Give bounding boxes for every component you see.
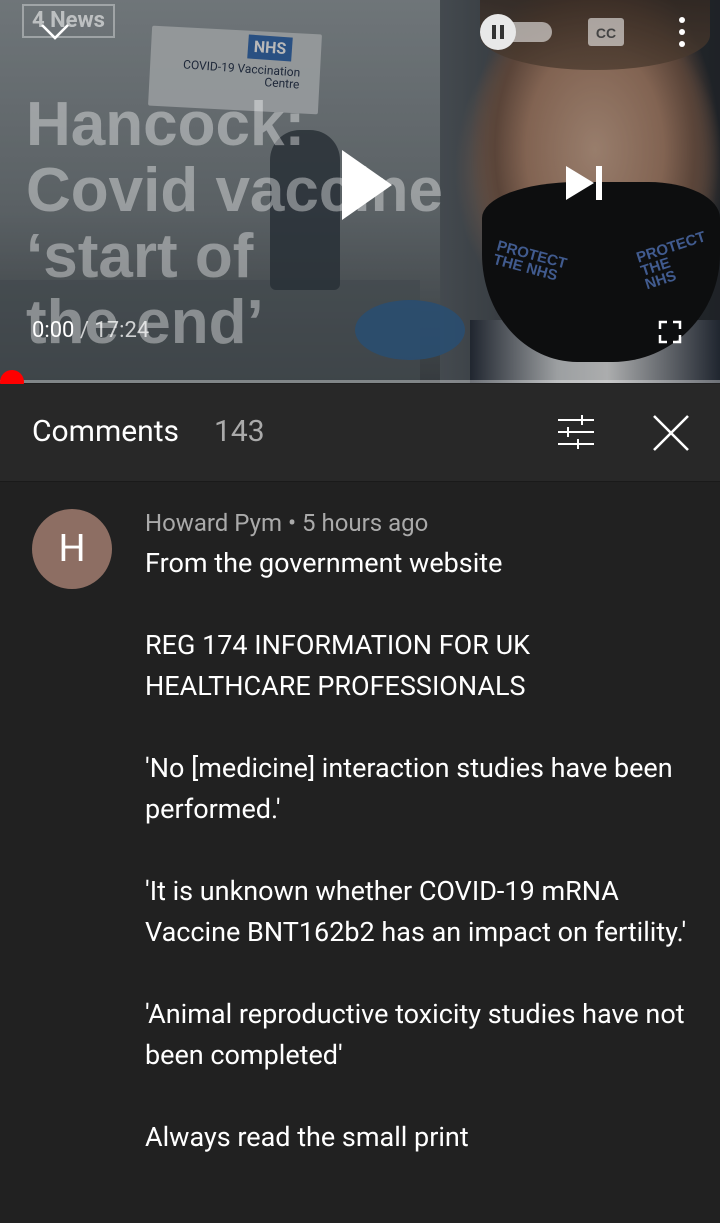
skip-next-icon <box>566 166 602 200</box>
time-separator: / <box>74 318 95 343</box>
headline-line: ‘start of <box>26 222 254 291</box>
comments-count: 143 <box>214 414 265 449</box>
play-button[interactable] <box>330 140 400 230</box>
video-player[interactable]: NHS COVID-19 Vaccination Centre PROTECT … <box>0 0 720 383</box>
autoplay-knob <box>480 14 516 50</box>
play-icon <box>342 150 392 220</box>
captions-button[interactable]: CC <box>586 16 626 48</box>
more-options-button[interactable] <box>672 14 692 50</box>
next-video-button[interactable] <box>560 160 610 206</box>
comment-line: 'No [medicine] interaction studies have … <box>145 752 673 825</box>
close-comments-button[interactable] <box>650 412 692 454</box>
comment-line <box>145 953 690 994</box>
sort-comments-button[interactable] <box>554 412 598 452</box>
comments-header: Comments 143 <box>0 384 720 482</box>
comment-line: 'Animal reproductive toxicity studies ha… <box>145 998 685 1071</box>
comment-line <box>145 584 690 625</box>
sort-sliders-icon <box>558 415 594 449</box>
comment-line <box>145 1076 690 1117</box>
fullscreen-button[interactable] <box>652 314 688 350</box>
chevron-down-icon <box>41 24 69 40</box>
comment-item: H Howard Pym • 5 hours ago From the gove… <box>0 482 720 1223</box>
comment-line: 'It is unknown whether COVID-19 mRNA Vac… <box>145 875 687 948</box>
duration: 17:24 <box>94 318 150 343</box>
time-display: 0:00 / 17:24 <box>32 318 149 343</box>
comment-line: Always read the small print <box>145 1121 469 1153</box>
more-vertical-icon <box>679 17 685 47</box>
comment-time: 5 hours ago <box>302 509 429 537</box>
comments-title: Comments <box>32 414 180 449</box>
headline-line: Covid vaccine <box>26 156 443 225</box>
avatar[interactable]: H <box>32 509 112 589</box>
svg-text:CC: CC <box>596 25 616 41</box>
collapse-button[interactable] <box>38 18 72 44</box>
comment-author[interactable]: Howard Pym <box>145 509 282 537</box>
pause-icon <box>492 25 504 39</box>
current-time: 0:00 <box>32 318 75 343</box>
comment-line <box>145 830 690 871</box>
headline-line: Hancock: <box>26 90 306 159</box>
comment-line: From the government website <box>145 547 503 579</box>
comment-text: From the government website REG 174 INFO… <box>145 543 690 1158</box>
close-icon <box>653 415 689 451</box>
meta-separator: • <box>287 509 303 537</box>
fullscreen-icon <box>658 320 682 344</box>
comment-meta: Howard Pym • 5 hours ago <box>145 509 428 537</box>
progress-bar[interactable] <box>0 380 720 383</box>
comment-line <box>145 707 690 748</box>
closed-captions-icon: CC <box>588 18 624 46</box>
autoplay-toggle[interactable] <box>480 14 554 50</box>
video-headline: Hancock: Covid vaccine ‘start of the end… <box>26 92 496 356</box>
comment-line: REG 174 INFORMATION FOR UK HEALTHCARE PR… <box>145 629 531 702</box>
